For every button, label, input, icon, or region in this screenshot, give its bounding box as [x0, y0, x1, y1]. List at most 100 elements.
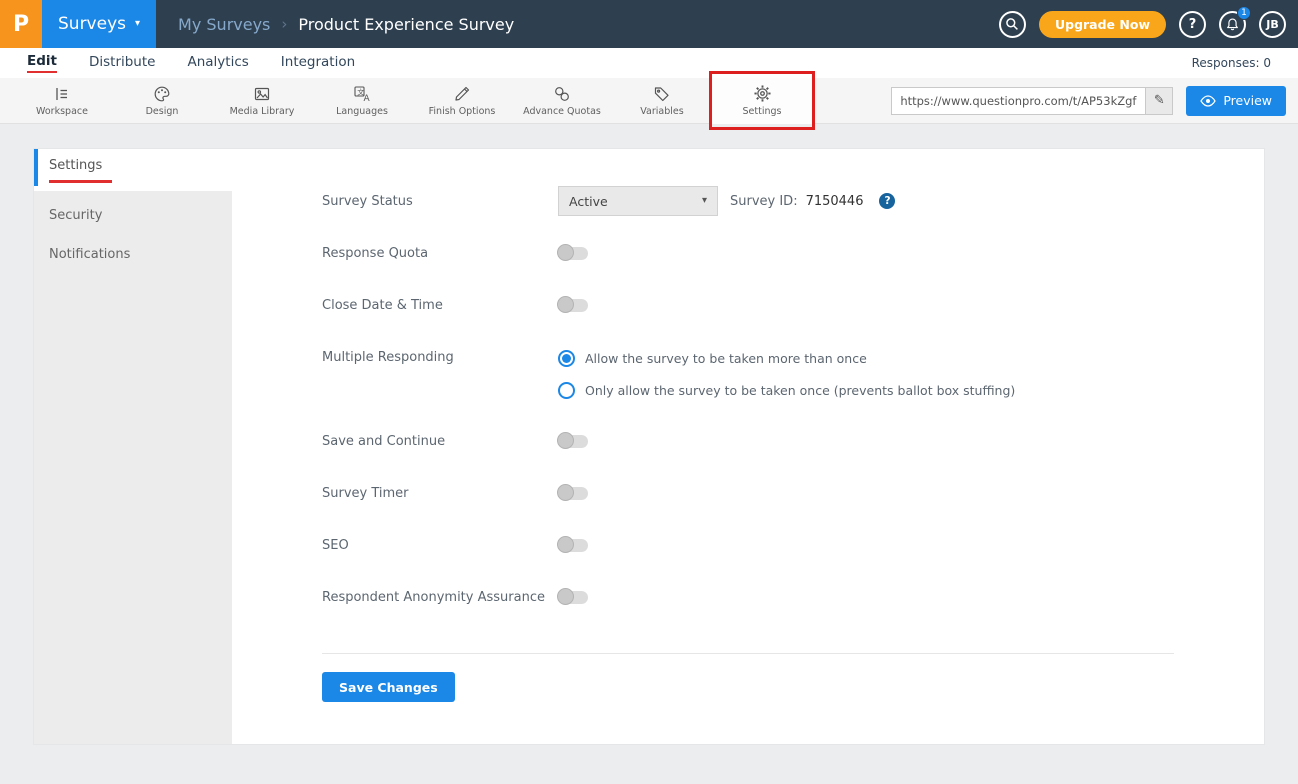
- survey-timer-row: Survey Timer: [322, 467, 1264, 519]
- toolbar-label: Workspace: [36, 106, 88, 117]
- survey-status-label: Survey Status: [322, 194, 558, 209]
- question-mark-icon: ?: [1189, 17, 1197, 32]
- search-icon: [1005, 17, 1019, 31]
- close-date-toggle[interactable]: [558, 299, 588, 312]
- main-content: Settings Security Notifications Survey S…: [0, 124, 1298, 745]
- languages-icon: 文 A: [353, 85, 371, 103]
- save-changes-button[interactable]: Save Changes: [322, 672, 455, 702]
- settings-card: Settings Security Notifications Survey S…: [33, 148, 1265, 745]
- seo-label: SEO: [322, 538, 558, 553]
- survey-url-wrap: ✎: [891, 87, 1173, 115]
- toolbar-item-media-library[interactable]: Media Library: [212, 78, 312, 124]
- pencil-icon: ✎: [1154, 93, 1165, 108]
- survey-id-value: 7150446: [806, 194, 864, 209]
- toolbar-label: Settings: [743, 106, 782, 117]
- radio-allow-multiple[interactable]: [558, 350, 575, 367]
- toolbar-label: Design: [146, 106, 179, 117]
- sidebar-item-label: Security: [49, 208, 102, 223]
- sidebar-item-notifications[interactable]: Notifications: [34, 235, 232, 274]
- sidebar-item-settings[interactable]: Settings: [34, 149, 232, 191]
- radio-option-once: Only allow the survey to be taken once (…: [558, 376, 1015, 404]
- product-switcher[interactable]: Surveys ▾: [42, 0, 156, 48]
- sidebar-group: Security Notifications: [34, 191, 232, 744]
- breadcrumb: My Surveys › Product Experience Survey: [178, 15, 514, 34]
- toolbar-item-finish-options[interactable]: Finish Options: [412, 78, 512, 124]
- share-section: ✎ Preview: [891, 86, 1286, 116]
- finish-options-icon: [453, 85, 471, 103]
- chevron-down-icon: ▾: [135, 19, 140, 29]
- design-icon: [153, 85, 171, 103]
- toolbar-item-advance-quotas[interactable]: Advance Quotas: [512, 78, 612, 124]
- edit-url-button[interactable]: ✎: [1145, 88, 1172, 114]
- toolbar-label: Finish Options: [429, 106, 496, 117]
- questionpro-logo[interactable]: P: [0, 0, 42, 48]
- seo-row: SEO: [322, 519, 1264, 571]
- toolbar-item-workspace[interactable]: Workspace: [12, 78, 112, 124]
- sidebar-item-label: Settings: [49, 158, 112, 183]
- toolbar-item-languages[interactable]: 文 A Languages: [312, 78, 412, 124]
- response-quota-toggle[interactable]: [558, 247, 588, 260]
- tab-analytics[interactable]: Analytics: [187, 54, 248, 72]
- survey-timer-label: Survey Timer: [322, 486, 558, 501]
- close-date-label: Close Date & Time: [322, 298, 558, 313]
- anonymity-toggle[interactable]: [558, 591, 588, 604]
- toolbar-item-design[interactable]: Design: [112, 78, 212, 124]
- survey-timer-toggle[interactable]: [558, 487, 588, 500]
- upgrade-now-button[interactable]: Upgrade Now: [1039, 11, 1166, 38]
- toolbar-label: Languages: [336, 106, 388, 117]
- toggle-knob: [557, 536, 574, 553]
- page-title: Product Experience Survey: [298, 15, 514, 34]
- survey-id-label: Survey ID:: [730, 194, 798, 209]
- seo-toggle[interactable]: [558, 539, 588, 552]
- radio-label: Allow the survey to be taken more than o…: [585, 351, 867, 366]
- multiple-responding-label: Multiple Responding: [322, 344, 558, 372]
- preview-button[interactable]: Preview: [1186, 86, 1286, 116]
- section-tabs: Edit Distribute Analytics Integration Re…: [0, 48, 1298, 78]
- advance-quotas-icon: [553, 85, 571, 103]
- help-button[interactable]: ?: [1179, 11, 1206, 38]
- avatar[interactable]: JB: [1259, 11, 1286, 38]
- settings-icon: [753, 84, 772, 103]
- save-continue-toggle[interactable]: [558, 435, 588, 448]
- tab-integration[interactable]: Integration: [281, 54, 355, 72]
- search-button[interactable]: [999, 11, 1026, 38]
- edit-toolbar: Workspace Design Media Library 文 A Langu…: [0, 78, 1298, 124]
- tab-edit[interactable]: Edit: [27, 53, 57, 73]
- bell-icon: [1225, 17, 1240, 32]
- toggle-knob: [557, 432, 574, 449]
- radio-option-multiple: Allow the survey to be taken more than o…: [558, 344, 1015, 372]
- workspace-icon: [53, 85, 71, 103]
- survey-status-select[interactable]: Active ▾: [558, 186, 718, 216]
- tab-distribute[interactable]: Distribute: [89, 54, 156, 72]
- anonymity-row: Respondent Anonymity Assurance: [322, 571, 1264, 623]
- toolbar-item-variables[interactable]: Variables: [612, 78, 712, 124]
- toolbar-item-settings[interactable]: Settings: [712, 78, 812, 124]
- response-quota-label: Response Quota: [322, 246, 558, 261]
- chevron-down-icon: ▾: [702, 196, 707, 206]
- toolbar-label: Media Library: [230, 106, 295, 117]
- breadcrumb-my-surveys[interactable]: My Surveys: [178, 15, 270, 34]
- svg-text:A: A: [364, 94, 371, 103]
- sidebar-item-label: Notifications: [49, 247, 130, 262]
- form-divider: [322, 653, 1174, 654]
- multiple-responding-options: Allow the survey to be taken more than o…: [558, 344, 1015, 408]
- preview-button-label: Preview: [1223, 93, 1272, 108]
- top-bar: P Surveys ▾ My Surveys › Product Experie…: [0, 0, 1298, 48]
- radio-label: Only allow the survey to be taken once (…: [585, 383, 1015, 398]
- response-quota-row: Response Quota: [322, 227, 1264, 279]
- radio-allow-once[interactable]: [558, 382, 575, 399]
- sidebar-item-security[interactable]: Security: [34, 196, 232, 235]
- survey-url-input[interactable]: [892, 88, 1145, 114]
- settings-form: Survey Status Active ▾ Survey ID: 715044…: [232, 149, 1264, 744]
- notification-badge: 1: [1237, 6, 1251, 20]
- anonymity-label: Respondent Anonymity Assurance: [322, 590, 558, 605]
- eye-icon: [1200, 95, 1216, 107]
- save-continue-label: Save and Continue: [322, 434, 558, 449]
- survey-id-help-icon[interactable]: ?: [879, 193, 895, 209]
- survey-status-value: Active: [569, 194, 608, 209]
- media-library-icon: [253, 85, 271, 103]
- question-mark-glyph: ?: [884, 195, 890, 207]
- breadcrumb-separator-icon: ›: [281, 15, 287, 33]
- save-continue-row: Save and Continue: [322, 415, 1264, 467]
- notifications-button[interactable]: 1: [1219, 11, 1246, 38]
